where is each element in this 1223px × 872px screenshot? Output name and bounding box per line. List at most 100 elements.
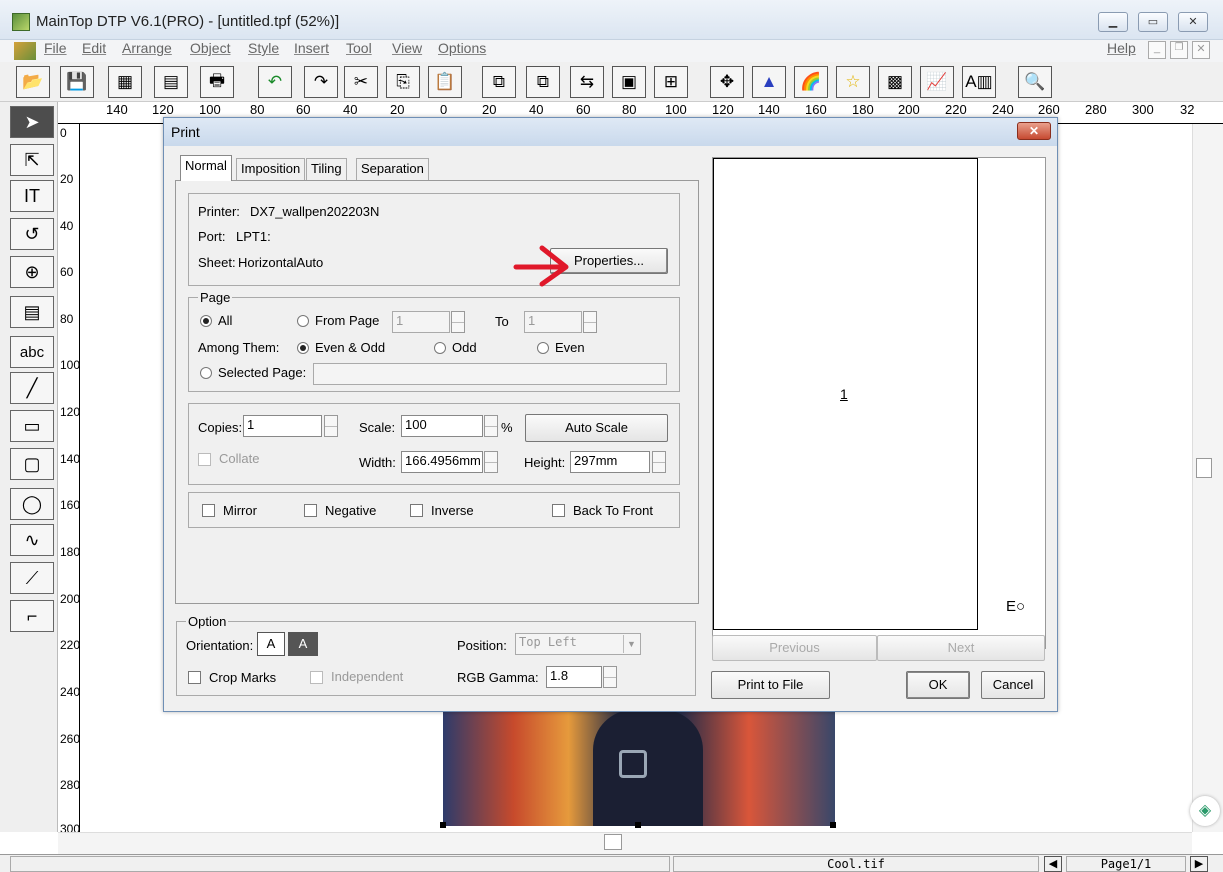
menu-edit[interactable]: Edit — [82, 40, 106, 56]
chevron-down-icon[interactable]: ▼ — [623, 635, 639, 653]
menu-arrange[interactable]: Arrange — [122, 40, 172, 56]
cancel-button[interactable]: Cancel — [981, 671, 1045, 699]
tab-imposition[interactable]: Imposition — [236, 158, 306, 180]
map-icon[interactable]: ▩ — [878, 66, 912, 98]
copies-spinner[interactable] — [324, 415, 338, 437]
width-spinner[interactable] — [484, 451, 498, 473]
back-to-front-checkbox[interactable] — [552, 504, 565, 517]
previous-button[interactable]: Previous — [712, 635, 877, 661]
node-edit-tool-icon[interactable]: ⇱ — [10, 144, 54, 176]
horizontal-scrollbar[interactable] — [58, 832, 1192, 854]
rgb-gamma-spinner[interactable] — [603, 666, 617, 688]
mdi-close-button[interactable]: ✕ — [1192, 41, 1210, 59]
import-icon[interactable]: ▦ — [108, 66, 142, 98]
from-page-input[interactable]: 1 — [392, 311, 450, 333]
chart-icon[interactable]: 📈 — [920, 66, 954, 98]
page-all-radio[interactable] — [200, 315, 212, 327]
landscape-orientation-icon[interactable]: A — [288, 632, 318, 656]
menu-file[interactable]: File — [44, 40, 67, 56]
align-icon[interactable]: ✥ — [710, 66, 744, 98]
rounded-rect-tool-icon[interactable]: ▢ — [10, 448, 54, 480]
negative-checkbox[interactable] — [304, 504, 317, 517]
maximize-button[interactable]: ▭ — [1138, 12, 1168, 32]
copies-input[interactable]: 1 — [243, 415, 322, 437]
close-window-button[interactable]: ✕ — [1178, 12, 1208, 32]
mdi-minimize-button[interactable]: _ — [1148, 41, 1166, 59]
vertical-scroll-thumb[interactable] — [1196, 458, 1212, 478]
menu-object[interactable]: Object — [190, 40, 230, 56]
preview-icon[interactable]: 🔍 — [1018, 66, 1052, 98]
ungroup-icon[interactable]: ⊞ — [654, 66, 688, 98]
rotate-tool-icon[interactable]: ↺ — [10, 218, 54, 250]
minimize-button[interactable]: ▁ — [1098, 12, 1128, 32]
to-page-spinner[interactable] — [583, 311, 597, 333]
scale-spinner[interactable] — [484, 415, 498, 437]
menu-style[interactable]: Style — [248, 40, 279, 56]
to-back-icon[interactable]: ⧉ — [526, 66, 560, 98]
to-page-input[interactable]: 1 — [524, 311, 582, 333]
dialog-close-button[interactable]: ✕ — [1017, 122, 1051, 140]
shapes-icon[interactable]: ▲ — [752, 66, 786, 98]
ok-button[interactable]: OK — [906, 671, 970, 699]
redo-icon[interactable]: ↷ — [304, 66, 338, 98]
ellipse-tool-icon[interactable]: ◯ — [10, 488, 54, 520]
forward-one-icon[interactable]: ⇆ — [570, 66, 604, 98]
print-to-file-button[interactable]: Print to File — [711, 671, 830, 699]
select-tool-icon[interactable]: ➤ — [10, 106, 54, 138]
cut-icon[interactable]: ✂ — [344, 66, 378, 98]
copy-icon[interactable]: ⎘ — [386, 66, 420, 98]
previous-page-icon[interactable]: ◀ — [1044, 856, 1062, 872]
from-page-spinner[interactable] — [451, 311, 465, 333]
undo-icon[interactable]: ↶ — [258, 66, 292, 98]
menu-insert[interactable]: Insert — [294, 40, 329, 56]
rectangle-tool-icon[interactable]: ▭ — [10, 410, 54, 442]
export-icon[interactable]: ▤ — [154, 66, 188, 98]
tab-normal[interactable]: Normal — [180, 155, 232, 181]
to-front-icon[interactable]: ⧉ — [482, 66, 516, 98]
menu-options[interactable]: Options — [438, 40, 486, 56]
from-page-radio[interactable] — [297, 315, 309, 327]
rgb-gamma-input[interactable]: 1.8 — [546, 666, 602, 688]
page-tool-icon[interactable]: ▤ — [10, 296, 54, 328]
text-grid-icon[interactable]: A▥ — [962, 66, 996, 98]
save-icon[interactable]: 💾 — [60, 66, 94, 98]
crop-marks-checkbox[interactable] — [188, 671, 201, 684]
artwork-image[interactable] — [443, 710, 835, 826]
width-input[interactable]: 166.4956mm — [401, 451, 483, 473]
independent-checkbox[interactable] — [310, 671, 323, 684]
menu-tool[interactable]: Tool — [346, 40, 372, 56]
next-button[interactable]: Next — [877, 635, 1045, 661]
auto-scale-button[interactable]: Auto Scale — [525, 414, 668, 442]
scale-input[interactable]: 100 — [401, 415, 483, 437]
mirror-checkbox[interactable] — [202, 504, 215, 517]
curve-tool-icon[interactable]: ∿ — [10, 524, 54, 556]
selected-page-radio[interactable] — [200, 367, 212, 379]
portrait-orientation-icon[interactable]: A — [257, 632, 285, 656]
tab-separation[interactable]: Separation — [356, 158, 429, 180]
height-input[interactable]: 297mm — [570, 451, 650, 473]
collate-checkbox[interactable] — [198, 453, 211, 466]
measure-tool-icon[interactable]: ⟋ — [10, 562, 54, 594]
abc-text-tool-icon[interactable]: abc — [10, 336, 54, 368]
group-icon[interactable]: ▣ — [612, 66, 646, 98]
text-tool-icon[interactable]: IT — [10, 180, 54, 212]
line-tool-icon[interactable]: ╱ — [10, 372, 54, 404]
selection-handle[interactable] — [635, 822, 641, 828]
star-icon[interactable]: ☆ — [836, 66, 870, 98]
dimension-tool-icon[interactable]: ⌐ — [10, 600, 54, 632]
vertical-scrollbar[interactable] — [1192, 124, 1223, 832]
selected-page-input[interactable] — [313, 363, 667, 385]
mdi-restore-button[interactable]: ❐ — [1170, 41, 1188, 59]
zoom-tool-icon[interactable]: ⊕ — [10, 256, 54, 288]
floating-assistant-icon[interactable]: ◈ — [1190, 796, 1220, 826]
menu-help[interactable]: Help — [1107, 40, 1136, 56]
selection-handle[interactable] — [830, 822, 836, 828]
horizontal-scroll-thumb[interactable] — [604, 834, 622, 850]
print-icon[interactable]: 🖶 — [200, 66, 234, 98]
next-page-icon[interactable]: ▶ — [1190, 856, 1208, 872]
open-icon[interactable]: 📂 — [16, 66, 50, 98]
tab-tiling[interactable]: Tiling — [306, 158, 347, 180]
even-radio[interactable] — [537, 342, 549, 354]
height-spinner[interactable] — [652, 451, 666, 473]
odd-radio[interactable] — [434, 342, 446, 354]
